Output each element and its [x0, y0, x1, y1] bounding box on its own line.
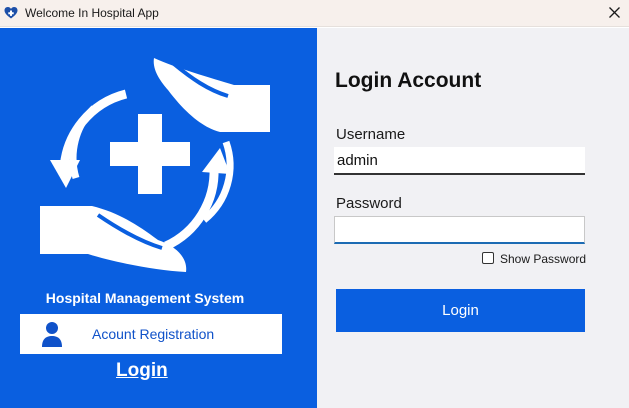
- account-registration-button[interactable]: Acount Registration: [20, 314, 282, 354]
- login-form-panel: Login Account Username Password Show Pas…: [317, 28, 629, 408]
- show-password-label: Show Password: [500, 252, 587, 266]
- system-title: Hospital Management System: [45, 290, 245, 306]
- hospital-care-logo: [40, 58, 270, 272]
- close-icon: [609, 7, 620, 18]
- left-panel: Hospital Management System Acount Regist…: [0, 28, 317, 408]
- password-input[interactable]: [334, 216, 585, 244]
- form-title: Login Account: [335, 69, 482, 92]
- registration-label: Acount Registration: [92, 326, 215, 342]
- username-label: Username: [336, 126, 406, 143]
- title-bar: Welcome In Hospital App: [0, 0, 629, 27]
- show-password-checkbox[interactable]: [482, 252, 494, 264]
- close-button[interactable]: [600, 0, 629, 27]
- user-icon: [42, 322, 62, 347]
- login-link[interactable]: Login: [116, 360, 168, 382]
- password-label: Password: [336, 195, 402, 212]
- username-input[interactable]: [334, 147, 585, 175]
- heart-icon: [4, 7, 18, 19]
- window-title: Welcome In Hospital App: [25, 6, 159, 20]
- login-button[interactable]: Login: [336, 289, 585, 332]
